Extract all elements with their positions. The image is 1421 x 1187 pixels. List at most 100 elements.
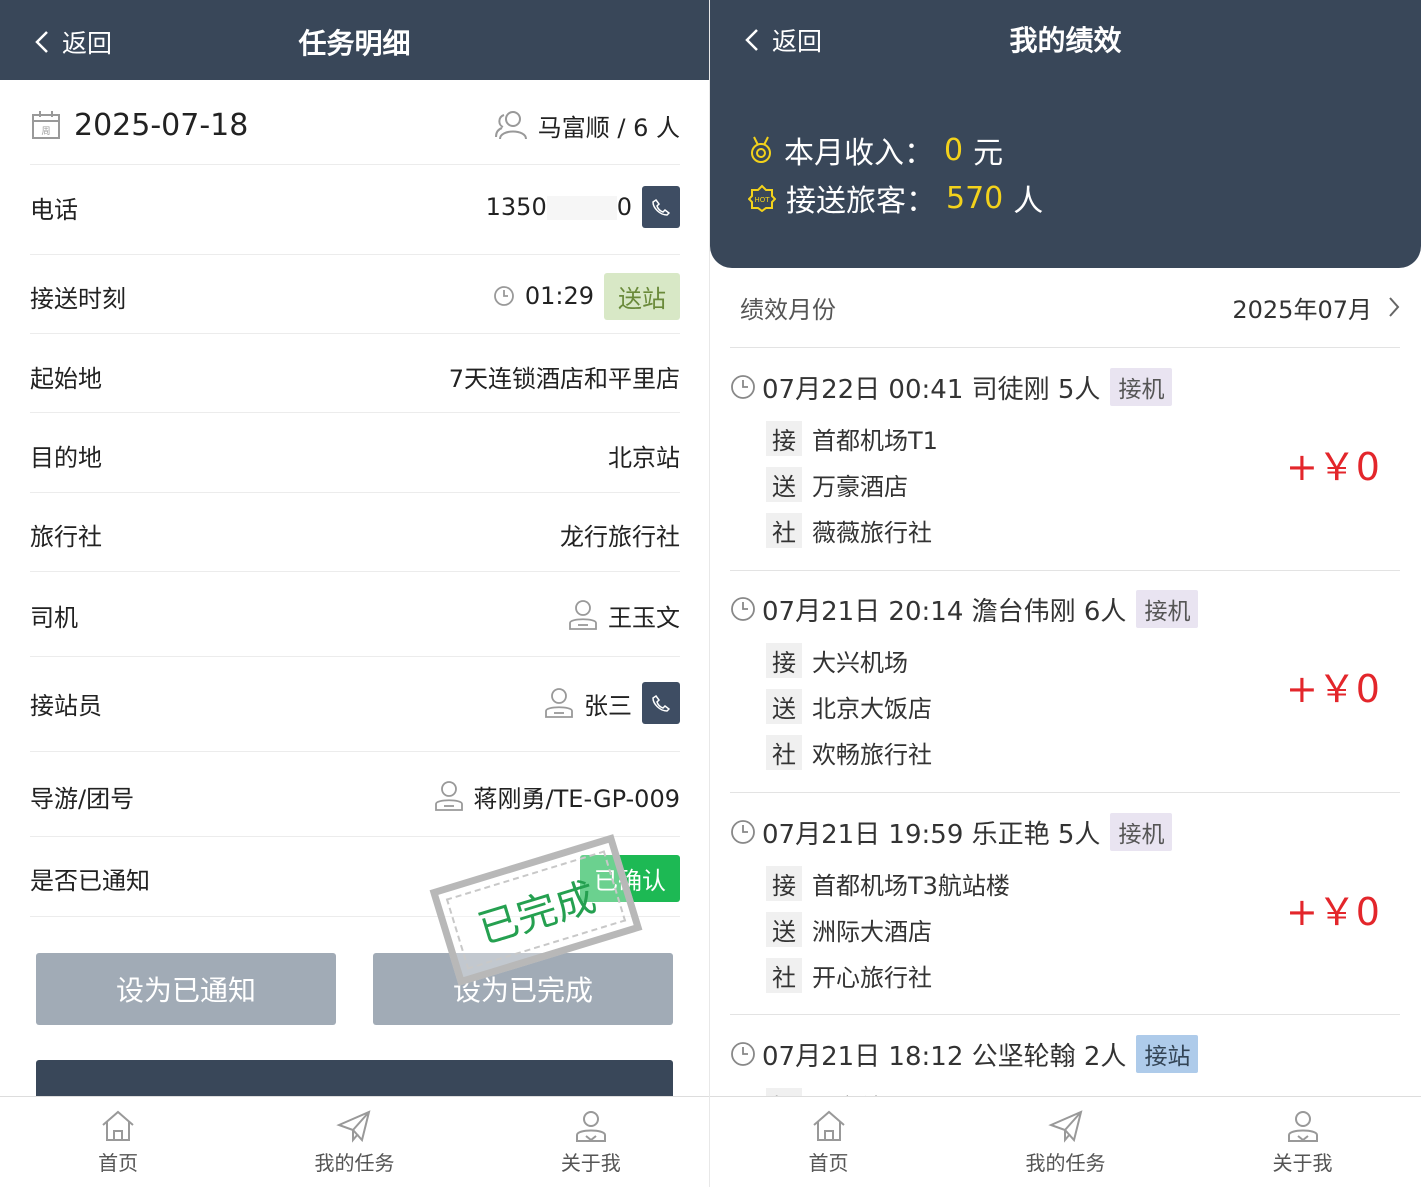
drop-value: 万豪酒店 <box>812 472 908 501</box>
person-icon <box>545 688 573 718</box>
svg-text:HOT: HOT <box>754 196 770 204</box>
header-bar: 返回 任务明细 <box>0 0 709 80</box>
driver-row: 司机 王玉文 <box>30 594 680 636</box>
item-amount: +￥0 <box>1285 890 1380 934</box>
phone-prefix: 1350 <box>485 193 547 221</box>
tab-home[interactable]: 首页 <box>710 1097 947 1187</box>
user-icon <box>575 1111 606 1142</box>
item-head: 07月21日 19:59 乐正艳 5人 <box>762 819 1101 850</box>
item-head: 07月22日 00:41 司徒刚 5人 <box>762 374 1101 405</box>
task-date: 2025-07-18 <box>74 107 249 143</box>
divider <box>30 412 680 413</box>
pick-label: 接 <box>766 642 802 678</box>
passengers-label: 接送旅客： <box>786 184 936 219</box>
divider <box>30 571 680 572</box>
destination-row: 目的地 北京站 <box>30 435 680 475</box>
pick-label: 接 <box>766 865 802 901</box>
task-detail-screen: 返回 任务明细 周 2025-07-18 马富顺 / 6 人 电话 1350 0… <box>0 0 709 1187</box>
summary-card: 本月收入： 0 元 HOT 接送旅客： 570 人 <box>710 78 1421 268</box>
bottom-tab-bar: 首页 我的任务 关于我 <box>0 1096 709 1187</box>
divider <box>30 333 680 334</box>
agency-label: 旅行社 <box>30 522 102 551</box>
date-row: 周 2025-07-18 马富顺 / 6 人 <box>30 100 680 150</box>
guide-value: 蒋刚勇/TE-GP-009 <box>473 784 680 813</box>
send-icon <box>1047 1110 1082 1143</box>
income-unit: 元 <box>973 136 1004 171</box>
tab-home-label: 首页 <box>808 1151 849 1175</box>
list-item[interactable]: 07月21日 20:14 澹台伟刚 6人 接机 接大兴机场 送北京大饭店 社欢畅… <box>730 590 1400 770</box>
divider <box>730 570 1400 571</box>
list-item[interactable]: 07月21日 19:59 乐正艳 5人 接机 接首都机场T3航站楼 送洲际大酒店… <box>730 813 1400 993</box>
drop-label: 送 <box>766 688 802 724</box>
clock-icon <box>731 1042 755 1066</box>
tab-my-tasks-label: 我的任务 <box>1025 1151 1106 1175</box>
month-label: 绩效月份 <box>740 295 836 324</box>
passengers-value: 570 <box>946 180 1004 216</box>
tab-about-me[interactable]: 关于我 <box>473 1097 709 1187</box>
passengers-count: HOT 接送旅客： 570 人 <box>748 176 1043 220</box>
phone-suffix: 0 <box>616 193 632 221</box>
month-selector[interactable]: 绩效月份 2025年07月 <box>740 285 1400 329</box>
guide-label: 导游/团号 <box>30 784 135 813</box>
mark-notified-button[interactable]: 设为已通知 <box>36 953 336 1025</box>
drop-value: 北京大饭店 <box>812 694 932 723</box>
home-icon <box>812 1110 845 1141</box>
send-icon <box>336 1110 371 1143</box>
item-amount: +￥0 <box>1285 445 1380 489</box>
driver-label: 司机 <box>30 603 78 632</box>
tab-my-tasks[interactable]: 我的任务 <box>236 1097 472 1187</box>
item-head: 07月21日 20:14 澹台伟刚 6人 <box>762 596 1127 627</box>
divider <box>30 492 680 493</box>
item-type-badge: 接站 <box>1136 1035 1199 1073</box>
agency-value: 开心旅行社 <box>812 963 932 992</box>
divider <box>730 792 1400 793</box>
user-icon <box>1287 1111 1318 1142</box>
divider <box>30 656 680 657</box>
agency-label: 社 <box>766 957 802 993</box>
person-icon <box>569 600 597 630</box>
agency-value: 欢畅旅行社 <box>812 740 932 769</box>
divider <box>730 1014 1400 1015</box>
clock-icon <box>731 597 755 621</box>
drop-label: 送 <box>766 466 802 502</box>
users-icon <box>494 111 527 140</box>
agency-value: 龙行旅行社 <box>560 522 680 551</box>
divider <box>30 164 680 165</box>
divider <box>30 254 680 255</box>
drop-value: 洲际大酒店 <box>812 917 932 946</box>
drop-label: 送 <box>766 911 802 947</box>
list-item[interactable]: 07月22日 00:41 司徒刚 5人 接机 接首都机场T1 送万豪酒店 社薇薇… <box>730 368 1400 548</box>
tab-about-me[interactable]: 关于我 <box>1184 1097 1421 1187</box>
month-value: 2025年07月 <box>1232 295 1372 324</box>
transfer-type-badge: 送站 <box>604 272 680 320</box>
item-head: 07月21日 18:12 公坚轮翰 2人 <box>762 1041 1127 1072</box>
tab-my-tasks-label: 我的任务 <box>314 1151 395 1175</box>
person-icon <box>434 781 463 811</box>
header-bar: 返回 我的绩效 <box>710 0 1421 78</box>
pick-value: 首都机场T1 <box>812 426 938 455</box>
station-staff-label: 接站员 <box>30 691 102 720</box>
passengers-unit: 人 <box>1013 184 1044 219</box>
tab-my-tasks[interactable]: 我的任务 <box>947 1097 1184 1187</box>
origin-value: 7天连锁酒店和平里店 <box>448 364 680 393</box>
page-title: 我的绩效 <box>1009 24 1122 57</box>
calendar-icon: 周 <box>32 111 60 139</box>
divider <box>30 751 680 752</box>
item-type-badge: 接机 <box>1110 813 1173 851</box>
divider <box>730 347 1400 348</box>
medal-icon <box>751 136 771 163</box>
pick-value: 首都机场T3航站楼 <box>812 871 1010 900</box>
home-icon <box>102 1110 134 1141</box>
call-phone-button[interactable] <box>642 186 680 228</box>
call-staff-button[interactable] <box>642 682 680 724</box>
agency-row: 旅行社 龙行旅行社 <box>30 514 680 554</box>
pickup-time-row: 接送时刻 01:29 送站 <box>30 272 680 320</box>
performance-screen: 返回 我的绩效 本月收入： 0 元 HOT 接送旅客： 570 人 绩效月份 2… <box>710 0 1421 1187</box>
pick-label: 接 <box>766 420 802 456</box>
tab-home[interactable]: 首页 <box>0 1097 236 1187</box>
origin-row: 起始地 7天连锁酒店和平里店 <box>30 356 680 396</box>
clock-icon <box>731 820 755 844</box>
divider <box>30 836 680 837</box>
phone-value: 1350 0 <box>486 193 632 221</box>
driver-value: 王玉文 <box>608 603 680 632</box>
